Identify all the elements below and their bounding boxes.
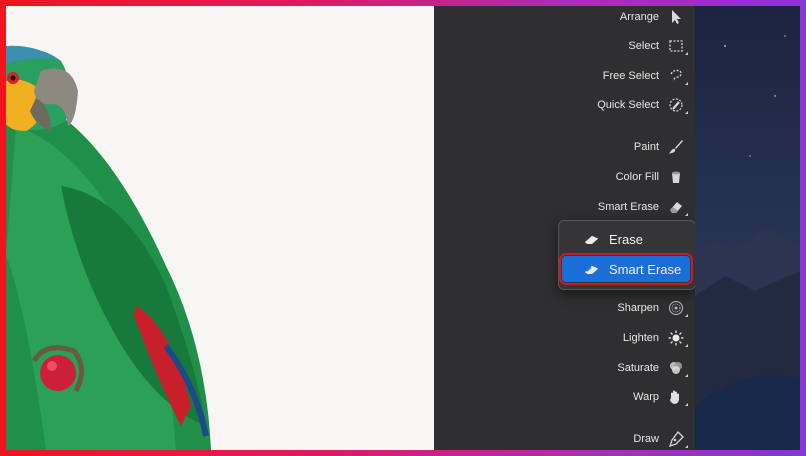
tool-label: Paint (633, 141, 659, 153)
quick-select-brush-icon (667, 96, 688, 114)
tool-draw[interactable]: Draw (633, 428, 688, 450)
saturate-icon (667, 359, 688, 377)
paintbrush-icon (667, 138, 685, 156)
paint-bucket-icon (667, 168, 685, 186)
tool-sharpen[interactable]: Sharpen (617, 297, 688, 319)
tool-paint[interactable]: Paint (634, 136, 685, 158)
tool-warp[interactable]: Warp (633, 386, 688, 408)
image-canvas[interactable] (6, 6, 434, 450)
tool-color-fill[interactable]: Color Fill (616, 166, 685, 188)
tool-label: Free Select (602, 70, 659, 82)
highlight-frame: Arrange Select Free Select Quick Select … (0, 0, 806, 456)
tool-quick-select[interactable]: Quick Select (597, 94, 688, 116)
sun-icon (667, 329, 688, 347)
menu-item-erase[interactable]: Erase (562, 226, 690, 252)
app-window: Arrange Select Free Select Quick Select … (6, 6, 800, 450)
tool-free-select[interactable]: Free Select (602, 65, 688, 87)
tool-label: Color Fill (615, 171, 659, 183)
arrow-cursor-icon (667, 8, 685, 26)
tool-label: Saturate (617, 362, 659, 374)
tool-arrange[interactable]: Arrange (620, 6, 685, 28)
tool-label: Select (628, 40, 659, 52)
erase-menu: Erase Smart Erase (558, 220, 696, 290)
tool-label: Quick Select (597, 99, 659, 111)
tool-saturate[interactable]: Saturate (617, 357, 688, 379)
desktop-wallpaper (695, 6, 800, 450)
tool-lighten[interactable]: Lighten (622, 327, 688, 349)
menu-item-smart-erase[interactable]: Smart Erase (559, 253, 693, 285)
mountain-night-scene (695, 35, 800, 450)
tools-panel: Arrange Select Free Select Quick Select … (434, 6, 696, 450)
tool-select[interactable]: Select (628, 35, 688, 57)
smart-eraser-icon (582, 262, 602, 276)
tool-label: Sharpen (617, 302, 659, 314)
marquee-select-icon (667, 37, 688, 55)
lasso-icon (667, 67, 688, 85)
hand-warp-icon (667, 388, 688, 406)
parrot-illustration (6, 45, 211, 450)
tool-label: Lighten (622, 332, 659, 344)
menu-item-label: Smart Erase (609, 261, 682, 277)
tool-label: Arrange (619, 11, 659, 23)
pen-nib-icon (667, 430, 688, 448)
eraser-icon (667, 198, 688, 216)
menu-item-label: Erase (609, 231, 643, 247)
sharpen-icon (667, 299, 688, 317)
tool-smart-erase[interactable]: Smart Erase (597, 196, 688, 218)
tool-label: Warp (633, 391, 659, 403)
eraser-icon (582, 232, 602, 246)
tool-label: Smart Erase (597, 201, 659, 213)
tool-label: Draw (633, 433, 659, 445)
